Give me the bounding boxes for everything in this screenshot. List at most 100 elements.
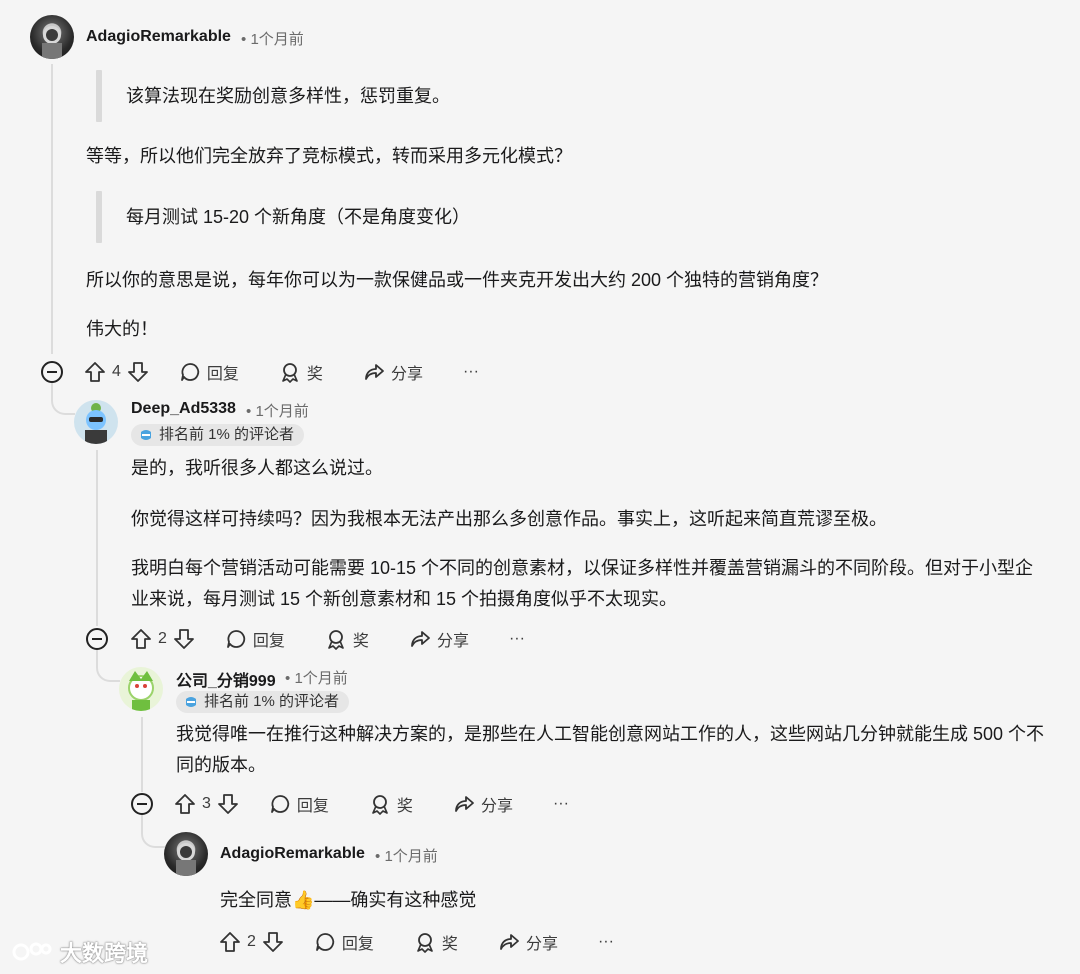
award-button[interactable]: 奖 (325, 627, 369, 651)
reply-button[interactable]: 回复 (179, 360, 239, 384)
flair-label: 排名前 1% 的评论者 (159, 426, 295, 443)
time-label: 1个月前 (384, 848, 438, 865)
award-label: 奖 (441, 936, 458, 953)
award-button[interactable]: 奖 (279, 360, 323, 384)
avatar-image (176, 843, 196, 876)
comment-icon (181, 363, 199, 381)
award-icon (328, 630, 344, 650)
upvote-button[interactable] (84, 361, 106, 383)
comment-author[interactable]: 公司_分销999 (176, 667, 276, 691)
upvote-button[interactable] (130, 628, 152, 650)
vote-count: 4 (112, 363, 121, 380)
vote-count: 3 (202, 795, 211, 812)
separator: • (241, 31, 247, 48)
share-icon (411, 631, 430, 647)
reply-label: 回复 (341, 936, 374, 953)
reply-button[interactable]: 回复 (225, 627, 285, 651)
comment-timestamp: • 1个月前 (246, 400, 309, 421)
reply-label: 回复 (252, 633, 285, 650)
share-label: 分享 (480, 798, 513, 815)
comment-icon (271, 795, 289, 813)
more-icon: ··· (597, 933, 614, 950)
avatar[interactable] (164, 832, 208, 876)
action-bar: 2 回复 奖 分享 ··· (219, 927, 614, 957)
share-icon (500, 934, 519, 950)
flair-badge-icon (186, 697, 196, 707)
collapse-icon[interactable] (41, 361, 63, 383)
reply-button[interactable]: 回复 (269, 792, 329, 816)
downvote-icon (218, 794, 238, 814)
thread-line (141, 717, 143, 792)
vote-count: 2 (158, 630, 167, 647)
more-icon: ··· (462, 363, 479, 380)
comment-author[interactable]: AdagioRemarkable (86, 28, 231, 46)
share-button[interactable]: 分享 (498, 930, 558, 954)
avatar[interactable] (119, 667, 163, 711)
share-label: 分享 (436, 633, 469, 650)
comment-icon (316, 933, 334, 951)
share-icon (455, 796, 474, 812)
downvote-icon (128, 362, 148, 382)
comment-icon (227, 630, 245, 648)
upvote-button[interactable] (219, 931, 241, 953)
award-button[interactable]: 奖 (414, 930, 458, 954)
collapse-icon[interactable] (131, 793, 153, 815)
time-label: 1个月前 (255, 403, 309, 420)
upvote-icon (175, 794, 195, 814)
action-bar: 4 回复 奖 分享 ··· (84, 357, 479, 387)
separator: • (375, 848, 381, 865)
avatar[interactable] (74, 400, 118, 444)
time-label: 1个月前 (294, 670, 348, 687)
watermark-text: 大数跨境 (60, 941, 149, 966)
thread-line (96, 450, 98, 626)
share-button[interactable]: 分享 (363, 360, 423, 384)
blockquote-text: 每月测试 15-20 个新角度（不是角度变化） (126, 207, 471, 227)
comment-paragraph: 是的，我听很多人都这么说过。 (131, 458, 383, 478)
action-bar: 2 回复 奖 分享 ··· (130, 624, 525, 654)
share-button[interactable]: 分享 (453, 792, 513, 816)
avatar[interactable] (30, 15, 74, 59)
award-label: 奖 (352, 633, 369, 650)
blockquote-text: 该算法现在奖励创意多样性，惩罚重复。 (126, 86, 450, 106)
comment-timestamp: • 1个月前 (285, 667, 348, 688)
separator: • (285, 670, 291, 687)
comment-paragraph: 我觉得唯一在推行这种解决方案的，是那些在人工智能创意网站工作的人，这些网站几分钟… (176, 724, 1045, 775)
reply-button[interactable]: 回复 (314, 930, 374, 954)
more-button[interactable]: ··· (553, 795, 569, 813)
more-icon: ··· (552, 795, 569, 812)
more-button[interactable]: ··· (598, 933, 614, 951)
more-button[interactable]: ··· (509, 630, 525, 648)
blockquote-bar (96, 191, 102, 243)
reply-label: 回复 (296, 798, 329, 815)
award-button[interactable]: 奖 (369, 792, 413, 816)
collapse-icon[interactable] (86, 628, 108, 650)
thread-connector (96, 660, 120, 682)
downvote-button[interactable] (127, 361, 149, 383)
share-icon (365, 364, 384, 380)
award-icon (282, 363, 298, 383)
reply-label: 回复 (206, 366, 239, 383)
comment-author[interactable]: AdagioRemarkable (220, 845, 365, 863)
downvote-button[interactable] (217, 793, 239, 815)
downvote-button[interactable] (262, 931, 284, 953)
downvote-button[interactable] (173, 628, 195, 650)
upvote-button[interactable] (174, 793, 196, 815)
avatar-image (42, 26, 62, 59)
award-label: 奖 (396, 798, 413, 815)
comment-paragraph: 你觉得这样可持续吗？因为我根本无法产出那么多创意作品。事实上，这听起来简直荒谬至… (131, 509, 887, 529)
flair-label: 排名前 1% 的评论者 (204, 693, 340, 710)
avatar-image (85, 403, 107, 444)
share-label: 分享 (390, 366, 423, 383)
share-button[interactable]: 分享 (409, 627, 469, 651)
comment-author[interactable]: Deep_Ad5338 (131, 400, 236, 418)
watermark-logo-icon (12, 942, 52, 961)
more-button[interactable]: ··· (463, 363, 479, 381)
award-icon (417, 933, 433, 953)
award-icon (372, 795, 388, 815)
thread-connector (51, 395, 75, 415)
comment-paragraph: 完全同意👍——确实有这种感觉 (220, 890, 477, 910)
user-flair: 排名前 1% 的评论者 (131, 424, 305, 446)
vote-count: 2 (247, 933, 256, 950)
comment-paragraph: 伟大的！ (86, 319, 158, 339)
avatar-image (128, 671, 154, 711)
